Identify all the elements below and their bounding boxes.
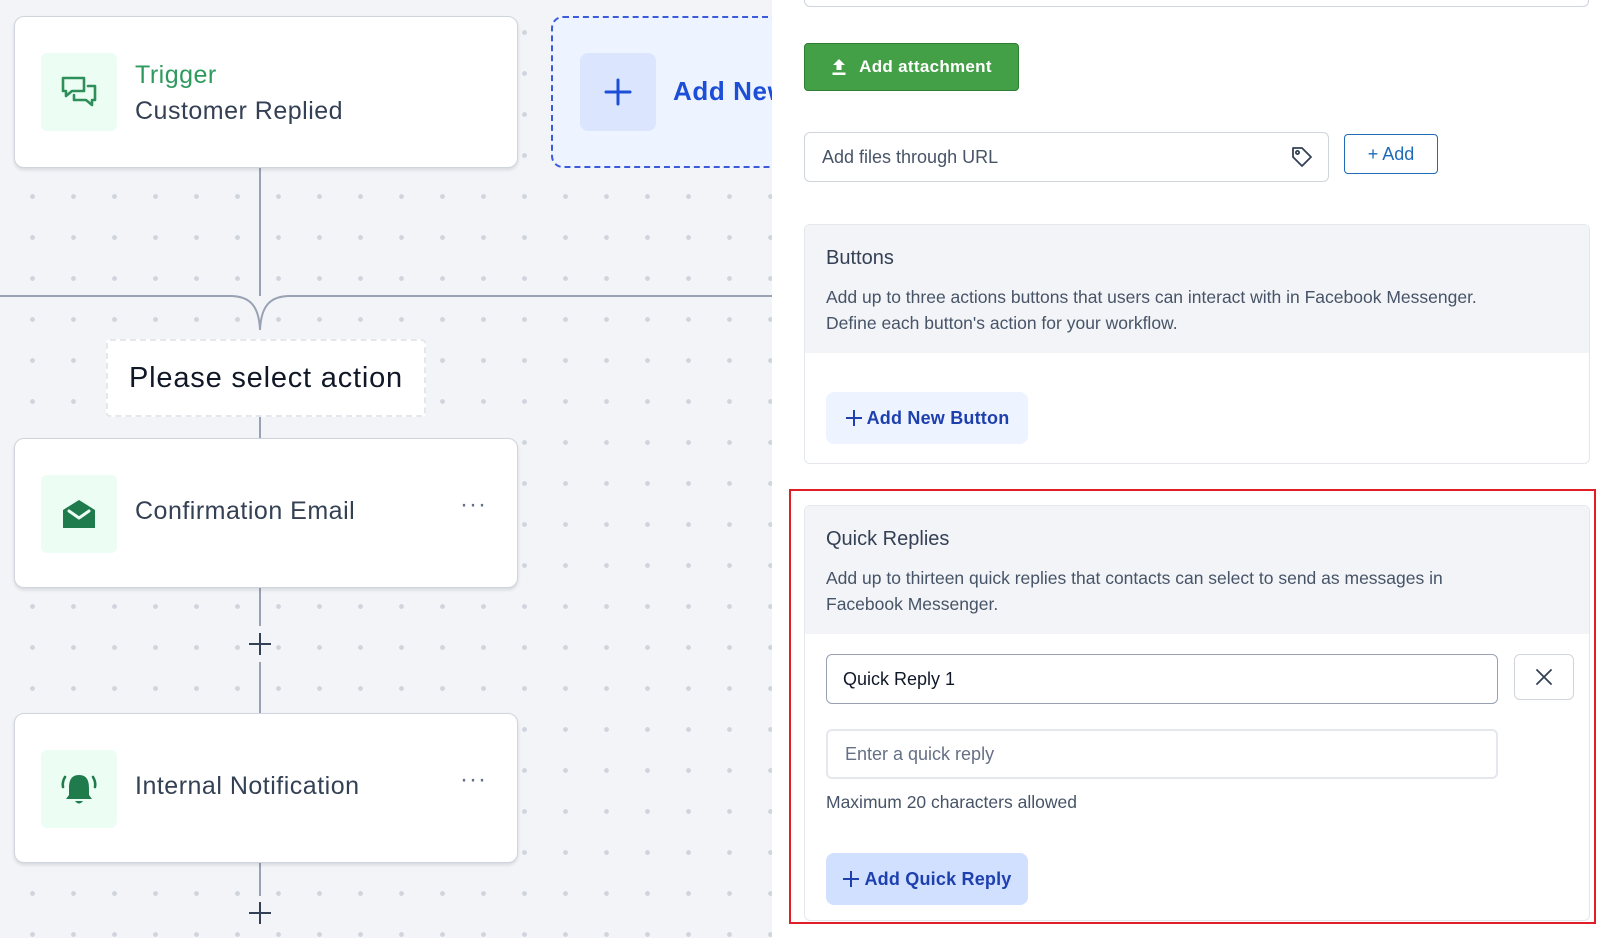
- confirmation-email-node[interactable]: Confirmation Email ···: [14, 438, 518, 588]
- close-icon: [1536, 669, 1552, 685]
- add-attachment-button[interactable]: Add attachment: [804, 43, 1019, 91]
- node-title: Internal Notification: [135, 772, 360, 800]
- action-settings-panel: Add attachment + Add Buttons Add up to t…: [772, 0, 1600, 938]
- connector-line: [259, 168, 261, 296]
- more-options-icon[interactable]: ···: [460, 766, 487, 794]
- connector-line: [0, 295, 232, 297]
- internal-notification-node[interactable]: Internal Notification ···: [14, 713, 518, 863]
- more-options-icon[interactable]: ···: [460, 491, 487, 519]
- buttons-section: Buttons Add up to three actions buttons …: [804, 224, 1590, 464]
- branch-join: [229, 295, 291, 331]
- select-action-placeholder[interactable]: Please select action: [106, 339, 426, 417]
- file-url-field[interactable]: [804, 132, 1329, 182]
- plus-icon: [845, 410, 862, 426]
- connector-line: [259, 588, 261, 626]
- trigger-kicker: Trigger: [135, 61, 217, 89]
- add-step-icon[interactable]: [247, 900, 273, 926]
- section-header: Buttons Add up to three actions buttons …: [805, 225, 1589, 353]
- previous-field-edge: [804, 0, 1589, 7]
- add-new-label: Add New: [673, 76, 772, 106]
- add-new-button-label: Add New Button: [866, 407, 1010, 428]
- section-description: Add up to three actions buttons that use…: [826, 287, 1477, 333]
- connector-line: [288, 295, 772, 297]
- add-new-node[interactable]: Add New: [551, 16, 772, 168]
- quick-reply-input[interactable]: [827, 655, 1497, 703]
- add-url-button[interactable]: + Add: [1344, 134, 1438, 174]
- quick-reply-field[interactable]: [826, 654, 1498, 704]
- character-limit-hint: Maximum 20 characters allowed: [826, 792, 1077, 812]
- section-description: Add up to thirteen quick replies that co…: [826, 568, 1443, 614]
- workflow-canvas[interactable]: Trigger Customer Replied Add New Please …: [0, 0, 772, 938]
- add-new-button-button[interactable]: Add New Button: [826, 392, 1028, 444]
- remove-quick-reply-button[interactable]: [1514, 654, 1574, 700]
- plus-icon: [580, 53, 656, 131]
- plus-icon: [843, 871, 860, 887]
- section-header: Quick Replies Add up to thirteen quick r…: [805, 506, 1589, 634]
- node-title: Confirmation Email: [135, 497, 356, 525]
- file-url-input[interactable]: [805, 133, 1275, 181]
- upload-icon: [832, 59, 846, 75]
- quick-replies-section: Quick Replies Add up to thirteen quick r…: [804, 505, 1590, 921]
- add-quick-reply-button[interactable]: Add Quick Reply: [826, 853, 1028, 905]
- tag-icon[interactable]: [1290, 145, 1314, 169]
- trigger-title: Customer Replied: [135, 97, 344, 125]
- new-quick-reply-field[interactable]: [826, 729, 1498, 779]
- chat-bubbles-icon: [41, 53, 117, 131]
- add-attachment-label: Add attachment: [859, 57, 992, 76]
- section-title: Quick Replies: [826, 528, 950, 550]
- section-title: Buttons: [826, 247, 894, 269]
- connector-line: [259, 417, 261, 438]
- trigger-node[interactable]: Trigger Customer Replied: [14, 16, 518, 168]
- bell-ringing-icon: [41, 750, 117, 828]
- connector-line: [259, 662, 261, 713]
- envelope-open-icon: [41, 475, 117, 553]
- add-quick-reply-label: Add Quick Reply: [864, 868, 1012, 889]
- connector-line: [259, 863, 261, 896]
- add-step-icon[interactable]: [247, 631, 273, 657]
- new-quick-reply-input[interactable]: [828, 731, 1496, 777]
